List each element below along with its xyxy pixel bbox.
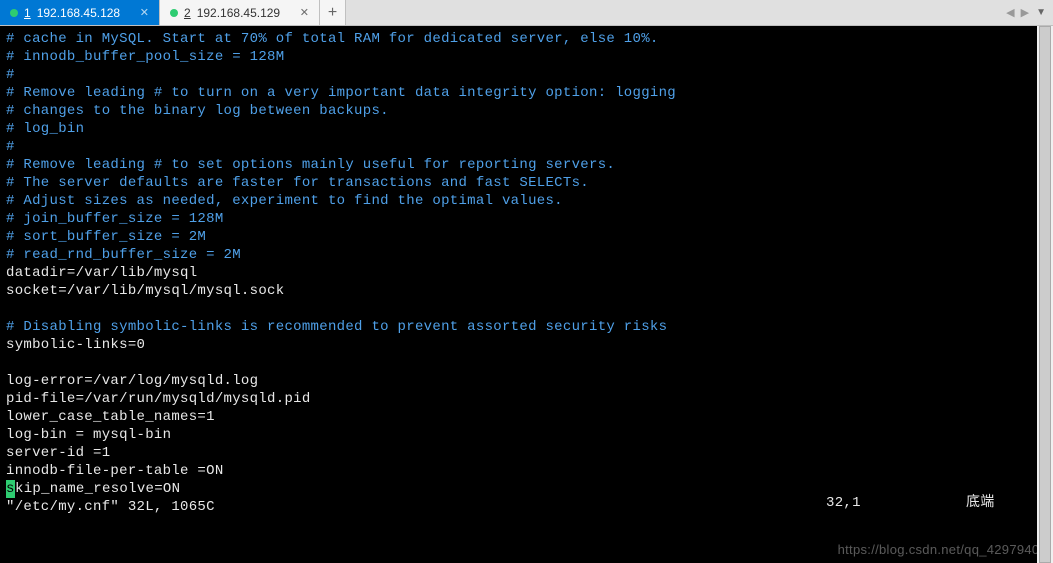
terminal-text: # Adjust sizes as needed, experiment to … <box>6 193 563 209</box>
terminal-text: # sort_buffer_size = 2M <box>6 229 206 245</box>
prev-tab-icon[interactable]: ◀ <box>1004 6 1016 19</box>
terminal-text: innodb-file-per-table =ON <box>6 463 224 479</box>
terminal-line: log-error=/var/log/mysqld.log <box>6 372 1047 390</box>
terminal-text: log-error=/var/log/mysqld.log <box>6 373 258 389</box>
terminal-text: datadir=/var/lib/mysql <box>6 265 197 281</box>
terminal-text: pid-file=/var/run/mysqld/mysqld.pid <box>6 391 311 407</box>
terminal-line: # <box>6 66 1047 84</box>
terminal-text: # innodb_buffer_pool_size = 128M <box>6 49 284 65</box>
terminal-line: # innodb_buffer_pool_size = 128M <box>6 48 1047 66</box>
terminal-line: pid-file=/var/run/mysqld/mysqld.pid <box>6 390 1047 408</box>
close-icon[interactable]: ✕ <box>140 6 149 19</box>
cursor-position: 32,1 <box>826 494 861 512</box>
terminal-line: # cache in MySQL. Start at 70% of total … <box>6 30 1047 48</box>
terminal-text: # Remove leading # to turn on a very imp… <box>6 85 676 101</box>
terminal-line: # read_rnd_buffer_size = 2M <box>6 246 1047 264</box>
cursor: s <box>6 480 15 498</box>
tab-label: 192.168.45.128 <box>37 6 120 20</box>
terminal-line: innodb-file-per-table =ON <box>6 462 1047 480</box>
vim-status-line: "/etc/my.cnf" 32L, 1065C 32,1 底端 <box>6 498 1047 516</box>
tab-nav: ◀ ▶ ▼ <box>1000 0 1053 25</box>
watermark: https://blog.csdn.net/qq_42979402 <box>838 541 1047 559</box>
terminal-text <box>6 355 15 371</box>
terminal-line: # sort_buffer_size = 2M <box>6 228 1047 246</box>
status-dot-icon <box>170 9 178 17</box>
tab-bar: 1 192.168.45.128 ✕ 2 192.168.45.129 ✕ + … <box>0 0 1053 26</box>
terminal-text: # <box>6 139 15 155</box>
terminal-content: # cache in MySQL. Start at 70% of total … <box>6 30 1047 480</box>
scrollbar-thumb[interactable] <box>1039 26 1051 563</box>
terminal-line: # Remove leading # to turn on a very imp… <box>6 84 1047 102</box>
terminal-line: # log_bin <box>6 120 1047 138</box>
terminal-line: log-bin = mysql-bin <box>6 426 1047 444</box>
tab-number: 1 <box>24 6 31 20</box>
terminal-text: # The server defaults are faster for tra… <box>6 175 589 191</box>
tab-label: 192.168.45.129 <box>197 6 280 20</box>
terminal-line: # The server defaults are faster for tra… <box>6 174 1047 192</box>
terminal-text: lower_case_table_names=1 <box>6 409 215 425</box>
terminal-text <box>6 301 15 317</box>
status-dot-icon <box>10 9 18 17</box>
terminal-text: # log_bin <box>6 121 84 137</box>
terminal-text: kip_name_resolve=ON <box>15 481 180 497</box>
tab-menu-icon[interactable]: ▼ <box>1033 7 1049 18</box>
terminal-text: server-id =1 <box>6 445 110 461</box>
status-file: "/etc/my.cnf" 32L, 1065C <box>6 499 215 515</box>
terminal-line: lower_case_table_names=1 <box>6 408 1047 426</box>
scrollbar[interactable] <box>1037 26 1053 563</box>
terminal-line: # Adjust sizes as needed, experiment to … <box>6 192 1047 210</box>
tab-number: 2 <box>184 6 191 20</box>
terminal-line <box>6 354 1047 372</box>
terminal-line: datadir=/var/lib/mysql <box>6 264 1047 282</box>
terminal-line: server-id =1 <box>6 444 1047 462</box>
terminal[interactable]: # cache in MySQL. Start at 70% of total … <box>0 26 1053 563</box>
terminal-text: # read_rnd_buffer_size = 2M <box>6 247 241 263</box>
terminal-line: symbolic-links=0 <box>6 336 1047 354</box>
terminal-line: skip_name_resolve=ON <box>6 480 1047 498</box>
terminal-text: # join_buffer_size = 128M <box>6 211 224 227</box>
tab-1[interactable]: 1 192.168.45.128 ✕ <box>0 0 160 25</box>
tab-2[interactable]: 2 192.168.45.129 ✕ <box>160 0 320 25</box>
terminal-text: # cache in MySQL. Start at 70% of total … <box>6 31 659 47</box>
add-tab-button[interactable]: + <box>320 0 346 25</box>
scroll-position: 底端 <box>966 494 995 512</box>
terminal-line: socket=/var/lib/mysql/mysql.sock <box>6 282 1047 300</box>
terminal-line: # <box>6 138 1047 156</box>
terminal-line: # changes to the binary log between back… <box>6 102 1047 120</box>
terminal-line: # Disabling symbolic-links is recommende… <box>6 318 1047 336</box>
terminal-text: symbolic-links=0 <box>6 337 145 353</box>
terminal-text: socket=/var/lib/mysql/mysql.sock <box>6 283 284 299</box>
terminal-text: log-bin = mysql-bin <box>6 427 171 443</box>
terminal-text: # Disabling symbolic-links is recommende… <box>6 319 667 335</box>
terminal-line <box>6 300 1047 318</box>
next-tab-icon[interactable]: ▶ <box>1019 6 1031 19</box>
terminal-line: # join_buffer_size = 128M <box>6 210 1047 228</box>
close-icon[interactable]: ✕ <box>300 6 309 19</box>
terminal-text: # Remove leading # to set options mainly… <box>6 157 615 173</box>
terminal-line: # Remove leading # to set options mainly… <box>6 156 1047 174</box>
terminal-text: # <box>6 67 15 83</box>
terminal-text: # changes to the binary log between back… <box>6 103 389 119</box>
